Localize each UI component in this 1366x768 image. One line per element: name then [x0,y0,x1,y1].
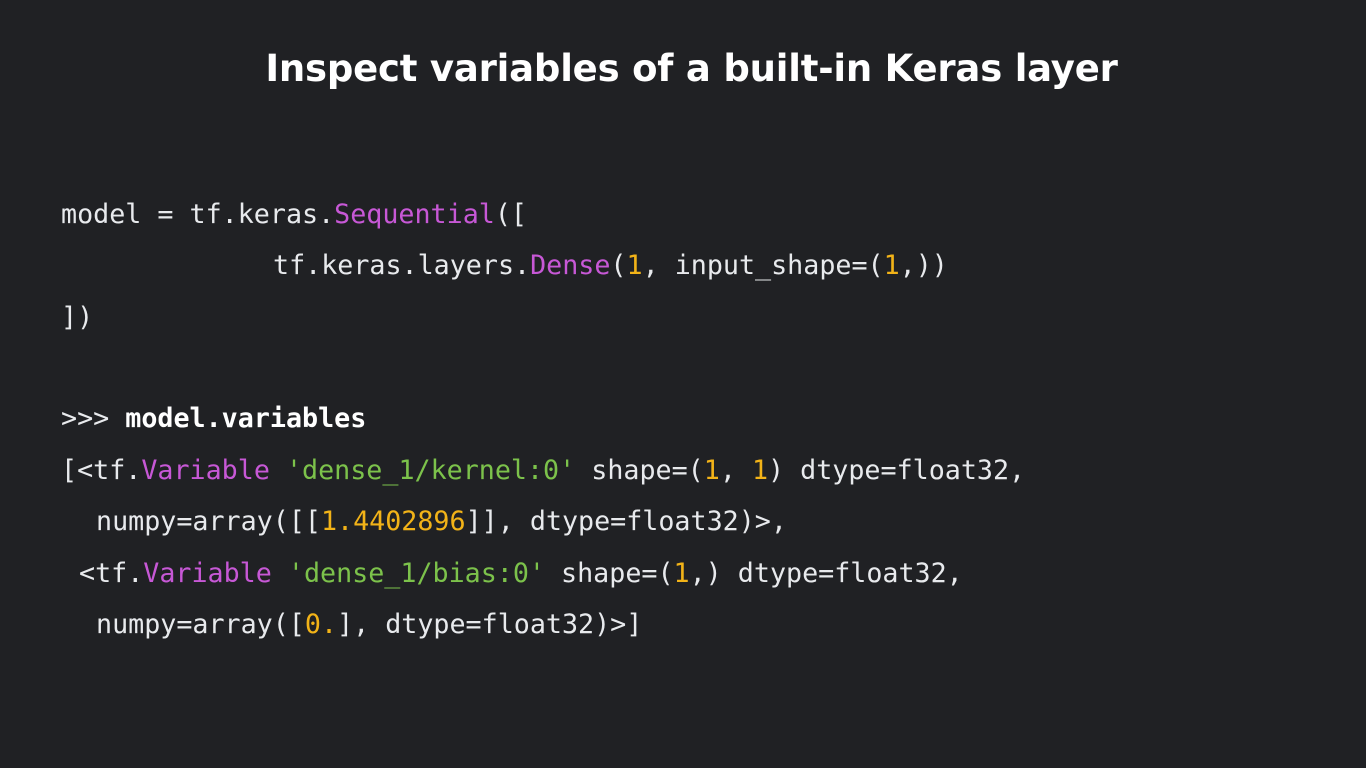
code-token: numpy=array([[ [96,506,321,537]
number-token: 1 [673,558,690,589]
code-line-7: <tf.Variable 'dense_1/bias:0' shape=(1,)… [79,556,963,592]
class-name-token: Dense [530,250,611,281]
number-token: 1.4402896 [320,506,466,537]
code-line-8: numpy=array([0.], dtype=float32)>] [96,607,642,643]
number-token: 1 [626,250,643,281]
number-token: 0. [304,609,338,640]
code-token: shape=( [544,558,674,589]
string-token: 'dense_1/bias:0' [287,558,545,589]
string-token: 'dense_1/kernel:0' [285,455,576,486]
code-line-3: ]) [61,300,93,336]
code-token: , [719,455,752,486]
code-token: ) dtype=float32, [768,455,1026,486]
code-token: <tf. [79,558,144,589]
slide: Inspect variables of a built-in Keras la… [0,0,1366,768]
code-token: tf.keras.layers. [273,250,531,281]
code-token: ,) dtype=float32, [689,558,963,589]
code-token: , input_shape=( [642,250,884,281]
class-name-token: Sequential [334,199,495,230]
code-token: model = tf.keras. [61,199,335,230]
code-token: ]], dtype=float32)>, [465,506,787,537]
prompt-token: >>> [61,403,126,434]
command-token: model.variables [125,403,367,434]
code-line-5: [<tf.Variable 'dense_1/kernel:0' shape=(… [61,453,1025,489]
code-token: ]) [61,302,94,333]
class-name-token: Variable [143,558,272,589]
code-token: ([ [494,199,527,230]
code-token: ( [610,250,627,281]
number-token: 1 [703,455,720,486]
code-line-4: >>> model.variables [61,401,366,437]
slide-title: Inspect variables of a built-in Keras la… [265,47,1118,90]
class-name-token: Variable [141,455,270,486]
code-line-1: model = tf.keras.Sequential([ [61,197,527,233]
code-token: numpy=array([ [96,609,305,640]
code-token: shape=( [575,455,704,486]
code-token: ], dtype=float32)>] [337,609,643,640]
code-line-6: numpy=array([[1.4402896]], dtype=float32… [96,504,787,540]
code-token: ,)) [899,250,948,281]
number-token: 1 [883,250,900,281]
code-line-2: tf.keras.layers.Dense(1, input_shape=(1,… [273,248,948,284]
code-token: [<tf. [61,455,142,486]
number-token: 1 [751,455,769,486]
